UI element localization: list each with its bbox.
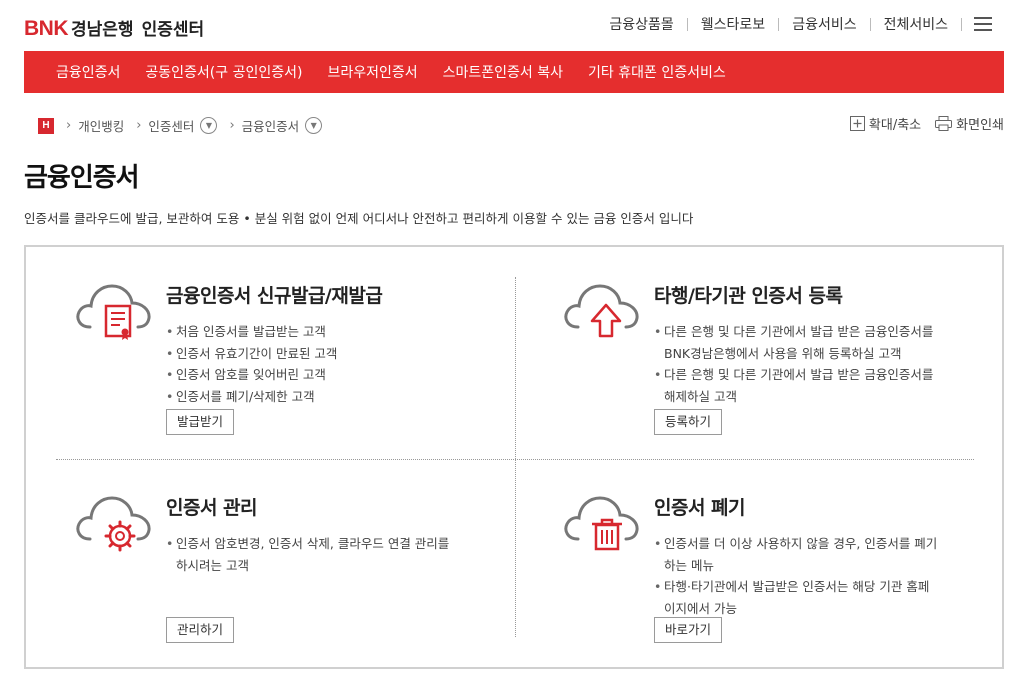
service-panel: 금융인증서 신규발급/재발급 처음 인증서를 발급받는 고객 인증서 유효기간이… [24, 245, 1004, 669]
card-manage: 인증서 관리 인증서 암호변경, 인증서 삭제, 클라우드 연결 관리를하시려는… [74, 491, 494, 651]
zoom-button[interactable]: 확대/축소 [849, 114, 922, 133]
util-link-mall[interactable]: 금융상품몰 [596, 14, 686, 34]
breadcrumb-personal-banking[interactable]: 개인뱅킹 [78, 116, 124, 135]
card-issue-list: 처음 인증서를 발급받는 고객 인증서 유효기간이 만료된 고객 인증서 암호를… [166, 321, 337, 407]
card-revoke-title: 인증서 폐기 [654, 497, 746, 519]
chevron-down-icon[interactable]: ▼ [305, 117, 323, 134]
plus-square-icon [849, 116, 865, 131]
list-item: 다른 은행 및 다른 기관에서 발급 받은 금융인증서를해제하실 고객 [654, 364, 933, 407]
main-nav: 금융인증서 공동인증서(구 공인인증서) 브라우저인증서 스마트폰인증서 복사 … [24, 51, 1004, 93]
manage-button[interactable]: 관리하기 [166, 617, 235, 643]
card-manage-list: 인증서 암호변경, 인증서 삭제, 클라우드 연결 관리를하시려는 고객 [166, 533, 449, 576]
register-button[interactable]: 등록하기 [654, 409, 723, 435]
util-separator [961, 17, 962, 31]
util-link-finance[interactable]: 금융서비스 [779, 14, 869, 34]
util-link-all[interactable]: 전체서비스 [871, 14, 961, 34]
bank-logo[interactable]: BNK 경남은행 인증센터 [24, 15, 204, 41]
chevron-right-icon: › [229, 118, 235, 133]
divider [56, 459, 974, 460]
card-issue-title: 금융인증서 신규발급/재발급 [166, 285, 383, 307]
breadcrumb-finance-cert[interactable]: 금융인증서 [242, 116, 300, 135]
nav-item-other-mobile[interactable]: 기타 휴대폰 인증서비스 [588, 62, 726, 82]
print-button[interactable]: 화면인쇄 [935, 114, 1004, 133]
issue-button[interactable]: 발급받기 [166, 409, 235, 435]
list-item: 인증서를 폐기/삭제한 고객 [166, 386, 337, 408]
card-revoke: 인증서 폐기 인증서를 더 이상 사용하지 않을 경우, 인증서를 폐기하는 메… [562, 491, 982, 651]
chevron-down-icon[interactable]: ▼ [200, 117, 218, 134]
util-link-wealth[interactable]: 웰스타로보 [688, 14, 778, 34]
card-manage-title: 인증서 관리 [166, 497, 258, 519]
list-item: 다른 은행 및 다른 기관에서 발급 받은 금융인증서를BNK경남은행에서 사용… [654, 321, 933, 364]
nav-item-browser-cert[interactable]: 브라우저인증서 [327, 62, 417, 82]
list-item: 타행·타기관에서 발급받은 인증서는 해당 기관 홈페이지에서 가능 [654, 576, 937, 619]
card-register-title: 타행/타기관 인증서 등록 [654, 285, 843, 307]
menu-icon[interactable] [974, 17, 992, 31]
utility-nav: 금융상품몰 웰스타로보 금융서비스 전체서비스 [596, 14, 992, 34]
card-register: 타행/타기관 인증서 등록 다른 은행 및 다른 기관에서 발급 받은 금융인증… [562, 279, 982, 449]
list-item: 인증서 암호를 잊어버린 고객 [166, 364, 337, 386]
printer-icon [935, 116, 953, 131]
page-description: 인증서를 클라우드에 발급, 보관하여 도용 • 분실 위험 없이 언제 어디서… [24, 211, 694, 226]
home-icon[interactable]: H [38, 117, 54, 134]
card-issue: 금융인증서 신규발급/재발급 처음 인증서를 발급받는 고객 인증서 유효기간이… [74, 279, 494, 449]
chevron-right-icon: › [136, 118, 142, 133]
chevron-right-icon: › [66, 118, 72, 133]
breadcrumb-cert-center[interactable]: 인증센터 [148, 116, 194, 135]
list-item: 처음 인증서를 발급받는 고객 [166, 321, 337, 343]
nav-item-joint-cert[interactable]: 공동인증서(구 공인인증서) [145, 62, 302, 82]
zoom-label: 확대/축소 [868, 118, 922, 133]
nav-item-smartphone-copy[interactable]: 스마트폰인증서 복사 [443, 62, 563, 82]
cloud-certificate-icon [76, 284, 151, 340]
cloud-trash-icon [564, 496, 639, 551]
cloud-upload-icon [564, 284, 639, 338]
page-title: 금융인증서 [24, 163, 140, 193]
breadcrumb: H › 개인뱅킹 › 인증센터 ▼ › 금융인증서 ▼ [38, 116, 323, 135]
card-revoke-list: 인증서를 더 이상 사용하지 않을 경우, 인증서를 폐기하는 메뉴 타행·타기… [654, 533, 937, 619]
list-item: 인증서 유효기간이 만료된 고객 [166, 343, 337, 365]
page-tools: 확대/축소 화면인쇄 [836, 114, 1004, 133]
print-label: 화면인쇄 [956, 118, 1004, 133]
divider [515, 277, 516, 637]
cloud-gear-icon [76, 496, 151, 552]
list-item: 인증서 암호변경, 인증서 삭제, 클라우드 연결 관리를하시려는 고객 [166, 533, 449, 576]
site-header: BNK 경남은행 인증센터 금융상품몰 웰스타로보 금융서비스 전체서비스 [0, 0, 1018, 51]
nav-item-finance-cert[interactable]: 금융인증서 [56, 62, 120, 82]
revoke-button[interactable]: 바로가기 [654, 617, 723, 643]
logo-bank-name: 경남은행 [71, 20, 134, 40]
list-item: 인증서를 더 이상 사용하지 않을 경우, 인증서를 폐기하는 메뉴 [654, 533, 937, 576]
logo-center-name: 인증센터 [141, 20, 205, 40]
logo-brand: BNK [24, 17, 69, 40]
card-register-list: 다른 은행 및 다른 기관에서 발급 받은 금융인증서를BNK경남은행에서 사용… [654, 321, 933, 407]
